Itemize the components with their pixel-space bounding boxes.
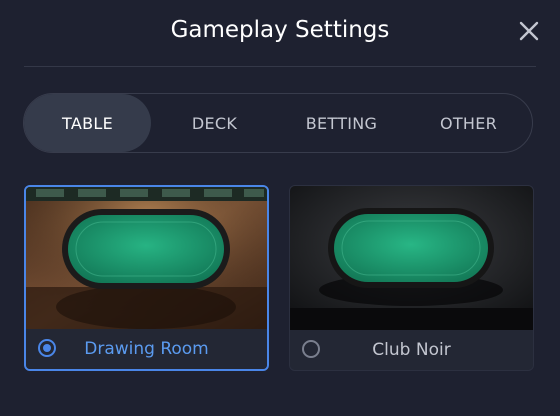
tab-table[interactable]: TABLE	[24, 94, 151, 152]
drawing-room-preview-image	[26, 187, 267, 331]
club-noir-label: Club Noir	[372, 340, 451, 360]
tab-deck[interactable]: DECK	[151, 94, 278, 152]
dialog-header: Gameplay Settings	[0, 0, 560, 66]
drawing-room-label: Drawing Room	[84, 339, 209, 359]
drawing-room-radio[interactable]	[38, 339, 56, 357]
club-noir-preview-image	[290, 186, 533, 330]
tab-other[interactable]: OTHER	[405, 94, 532, 152]
table-option-club-noir[interactable]: Club Noir	[289, 185, 534, 371]
club-noir-footer: Club Noir	[290, 330, 533, 370]
table-options: Drawing Room Club Noir	[24, 185, 534, 373]
tab-betting[interactable]: BETTING	[278, 94, 405, 152]
drawing-room-footer: Drawing Room	[26, 329, 267, 369]
gameplay-settings-dialog: Gameplay Settings TABLE DECK BETTING OTH…	[0, 0, 560, 416]
table-option-drawing-room[interactable]: Drawing Room	[24, 185, 269, 371]
header-divider	[24, 66, 536, 67]
settings-tabs: TABLE DECK BETTING OTHER	[23, 93, 533, 153]
dialog-title: Gameplay Settings	[170, 17, 390, 43]
close-button[interactable]	[518, 20, 540, 42]
club-noir-radio[interactable]	[302, 340, 320, 358]
close-icon	[519, 21, 539, 41]
